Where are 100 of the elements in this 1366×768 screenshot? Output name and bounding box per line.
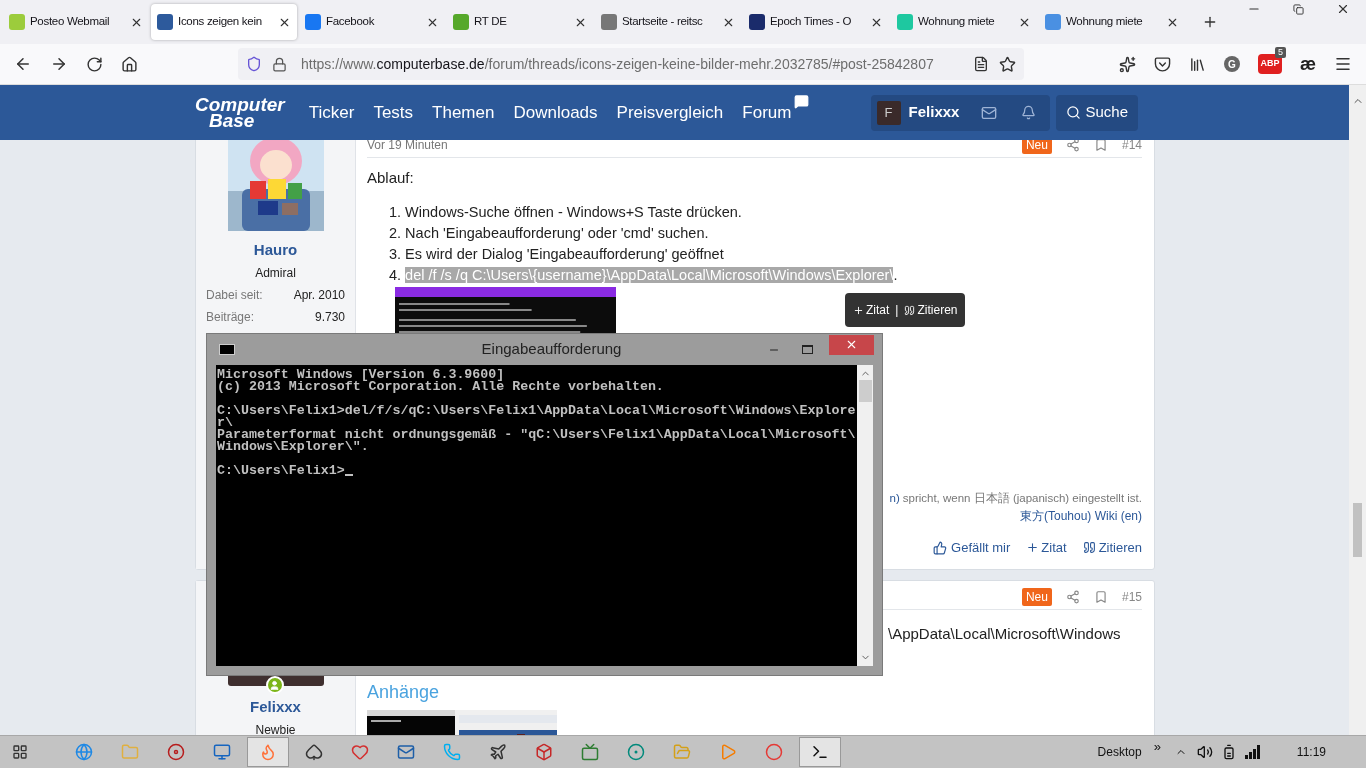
tooltip-separator: | bbox=[895, 302, 899, 319]
extension-button[interactable]: æ bbox=[1300, 55, 1316, 73]
browser-tab[interactable]: Epoch Times - O bbox=[743, 4, 889, 40]
desktop-toolbar[interactable]: Desktop bbox=[1097, 743, 1142, 761]
search-icon bbox=[1066, 105, 1082, 120]
spade-icon bbox=[305, 743, 323, 761]
clock[interactable]: 11:19 bbox=[1296, 743, 1326, 761]
browser-tab[interactable]: Startseite - reitsc bbox=[595, 4, 741, 40]
url-text: https://www.computerbase.de/forum/threads/icons-zeigen-keine-bilder-mehr.2032785/#post-25842807 bbox=[301, 54, 934, 74]
plus-icon bbox=[853, 304, 864, 316]
new-badge: Neu bbox=[1021, 140, 1052, 154]
favicon-icon bbox=[1045, 14, 1061, 30]
console-line: Microsoft Windows [Version 6.3.9600] bbox=[217, 369, 505, 381]
adblock-button[interactable]: ABP bbox=[1258, 54, 1282, 74]
bookmark-icon[interactable] bbox=[1093, 140, 1108, 152]
reader-view-icon[interactable] bbox=[973, 56, 989, 72]
nav-link[interactable]: Tests bbox=[373, 99, 414, 126]
nav-link[interactable]: Downloads bbox=[513, 99, 598, 126]
favicon-icon bbox=[305, 14, 321, 30]
window-title: Eingabeaufforderung bbox=[480, 339, 623, 360]
search-button[interactable]: Suche bbox=[1056, 94, 1138, 131]
sparkles-icon[interactable] bbox=[1119, 55, 1136, 73]
step-text: Es wird der Dialog 'Eingabeaufforderung' geöffnet bbox=[405, 245, 724, 264]
stat-label: Beiträge: bbox=[206, 308, 255, 326]
globe-icon bbox=[75, 743, 93, 761]
terminal-icon bbox=[811, 743, 829, 761]
bookmark-icon[interactable] bbox=[1093, 589, 1108, 604]
quote-icon bbox=[904, 304, 916, 316]
attachments-heading: Anhänge bbox=[367, 680, 441, 704]
library-icon[interactable] bbox=[1189, 55, 1206, 73]
taskbar-button[interactable] bbox=[799, 737, 841, 767]
wiki-link[interactable]: 東方(Touhou) Wiki (en) bbox=[1019, 508, 1142, 524]
console-scrollbar[interactable] bbox=[857, 365, 873, 666]
like-button[interactable]: Gefällt mir bbox=[933, 538, 1011, 558]
address-bar[interactable]: https://www.computerbase.de/forum/threads/icons-zeigen-keine-bilder-mehr.2032785/#post-25842807 bbox=[238, 48, 1024, 80]
forward-icon[interactable] bbox=[50, 55, 68, 73]
reply-button[interactable]: Zitieren bbox=[1082, 538, 1142, 558]
browser-tab[interactable]: Posteo Webmail bbox=[3, 4, 149, 40]
browser-tab[interactable]: Icons zeigen kein bbox=[151, 4, 297, 40]
author-name[interactable]: Hauro bbox=[253, 239, 298, 262]
stat-label: Dabei seit: bbox=[206, 286, 263, 304]
mail-icon[interactable] bbox=[981, 104, 998, 121]
speaker-icon[interactable] bbox=[1196, 744, 1213, 760]
browser-tab[interactable]: Wohnung miete bbox=[891, 4, 1037, 40]
post-text: \AppData\Local\Microsoft\Windows bbox=[888, 624, 1122, 644]
reload-icon[interactable] bbox=[86, 55, 103, 73]
close-icon[interactable] bbox=[1336, 2, 1350, 16]
console-line: C:\Users\Felix1>del/f/s/qC:\Users\Felix1\AppData\Local\Microsoft\Windows\Explore bbox=[217, 405, 856, 417]
nav-link[interactable]: Preisvergleich bbox=[616, 99, 724, 126]
tooltip-reply-link[interactable]: Zitieren bbox=[904, 301, 958, 319]
plus-icon bbox=[1026, 541, 1040, 555]
post-number[interactable]: #15 bbox=[1121, 587, 1142, 606]
play-icon bbox=[719, 743, 737, 761]
post-number[interactable]: #14 bbox=[1121, 140, 1142, 154]
step-number: 1. bbox=[389, 203, 402, 222]
restore-icon[interactable] bbox=[1293, 3, 1304, 15]
disc-icon bbox=[167, 743, 185, 761]
scroll-thumb[interactable] bbox=[1353, 503, 1362, 557]
quote-button[interactable]: Zitat bbox=[1026, 538, 1067, 558]
flame-icon bbox=[259, 743, 277, 761]
menu-icon[interactable] bbox=[1334, 55, 1352, 73]
user-menu[interactable]: F Felixxx bbox=[870, 94, 1051, 131]
lock-icon[interactable] bbox=[272, 56, 287, 72]
shield-icon[interactable] bbox=[246, 56, 262, 72]
signal-icon[interactable] bbox=[1244, 745, 1261, 759]
toolbar-chevron[interactable]: » bbox=[1153, 737, 1161, 757]
box-icon bbox=[535, 743, 553, 761]
wiki-link[interactable]: n) bbox=[889, 490, 900, 506]
share-icon[interactable] bbox=[1065, 140, 1080, 152]
home-icon[interactable] bbox=[121, 55, 138, 73]
bell-icon[interactable] bbox=[1021, 105, 1037, 120]
tooltip-quote-link[interactable]: Zitat bbox=[853, 301, 890, 319]
new-badge: Neu bbox=[1021, 587, 1052, 606]
signature-text: spricht, wenn 日本語 (japanisch) eingestellt ist. bbox=[902, 491, 1142, 506]
scroll-thumb[interactable] bbox=[858, 379, 872, 402]
account-avatar[interactable]: G bbox=[1224, 56, 1240, 72]
pocket-icon[interactable] bbox=[1154, 55, 1171, 73]
ring-icon bbox=[765, 743, 783, 761]
site-logo[interactable]: Computer Base bbox=[195, 96, 285, 129]
windows-start-icon[interactable] bbox=[12, 744, 28, 760]
nav-link[interactable]: Themen bbox=[432, 99, 495, 126]
favicon-icon bbox=[601, 14, 617, 30]
author-rank: Newbie bbox=[255, 721, 296, 735]
page-scrollbar[interactable] bbox=[1349, 85, 1366, 735]
browser-tab[interactable]: RT DE bbox=[447, 4, 593, 40]
step-text: Nach 'Eingabeaufforderung' oder 'cmd' suchen. bbox=[405, 224, 709, 243]
adblock-count-badge: 5 bbox=[1274, 47, 1286, 58]
star-icon[interactable] bbox=[999, 55, 1016, 73]
author-name[interactable]: Felixxx bbox=[250, 696, 301, 719]
folder-icon bbox=[121, 743, 139, 761]
nav-link[interactable]: Ticker bbox=[308, 99, 355, 126]
share-icon[interactable] bbox=[1065, 589, 1080, 604]
stat-value: Apr. 2010 bbox=[293, 286, 345, 304]
browser-tab[interactable]: Facebook bbox=[299, 4, 445, 40]
maximize-icon[interactable] bbox=[802, 345, 813, 354]
back-icon[interactable] bbox=[14, 55, 32, 73]
tv-icon bbox=[581, 743, 599, 761]
nav-link[interactable]: Forum bbox=[742, 99, 792, 126]
browser-tab[interactable]: Wohnung miete bbox=[1039, 4, 1185, 40]
new-tab-icon[interactable] bbox=[1202, 14, 1218, 30]
